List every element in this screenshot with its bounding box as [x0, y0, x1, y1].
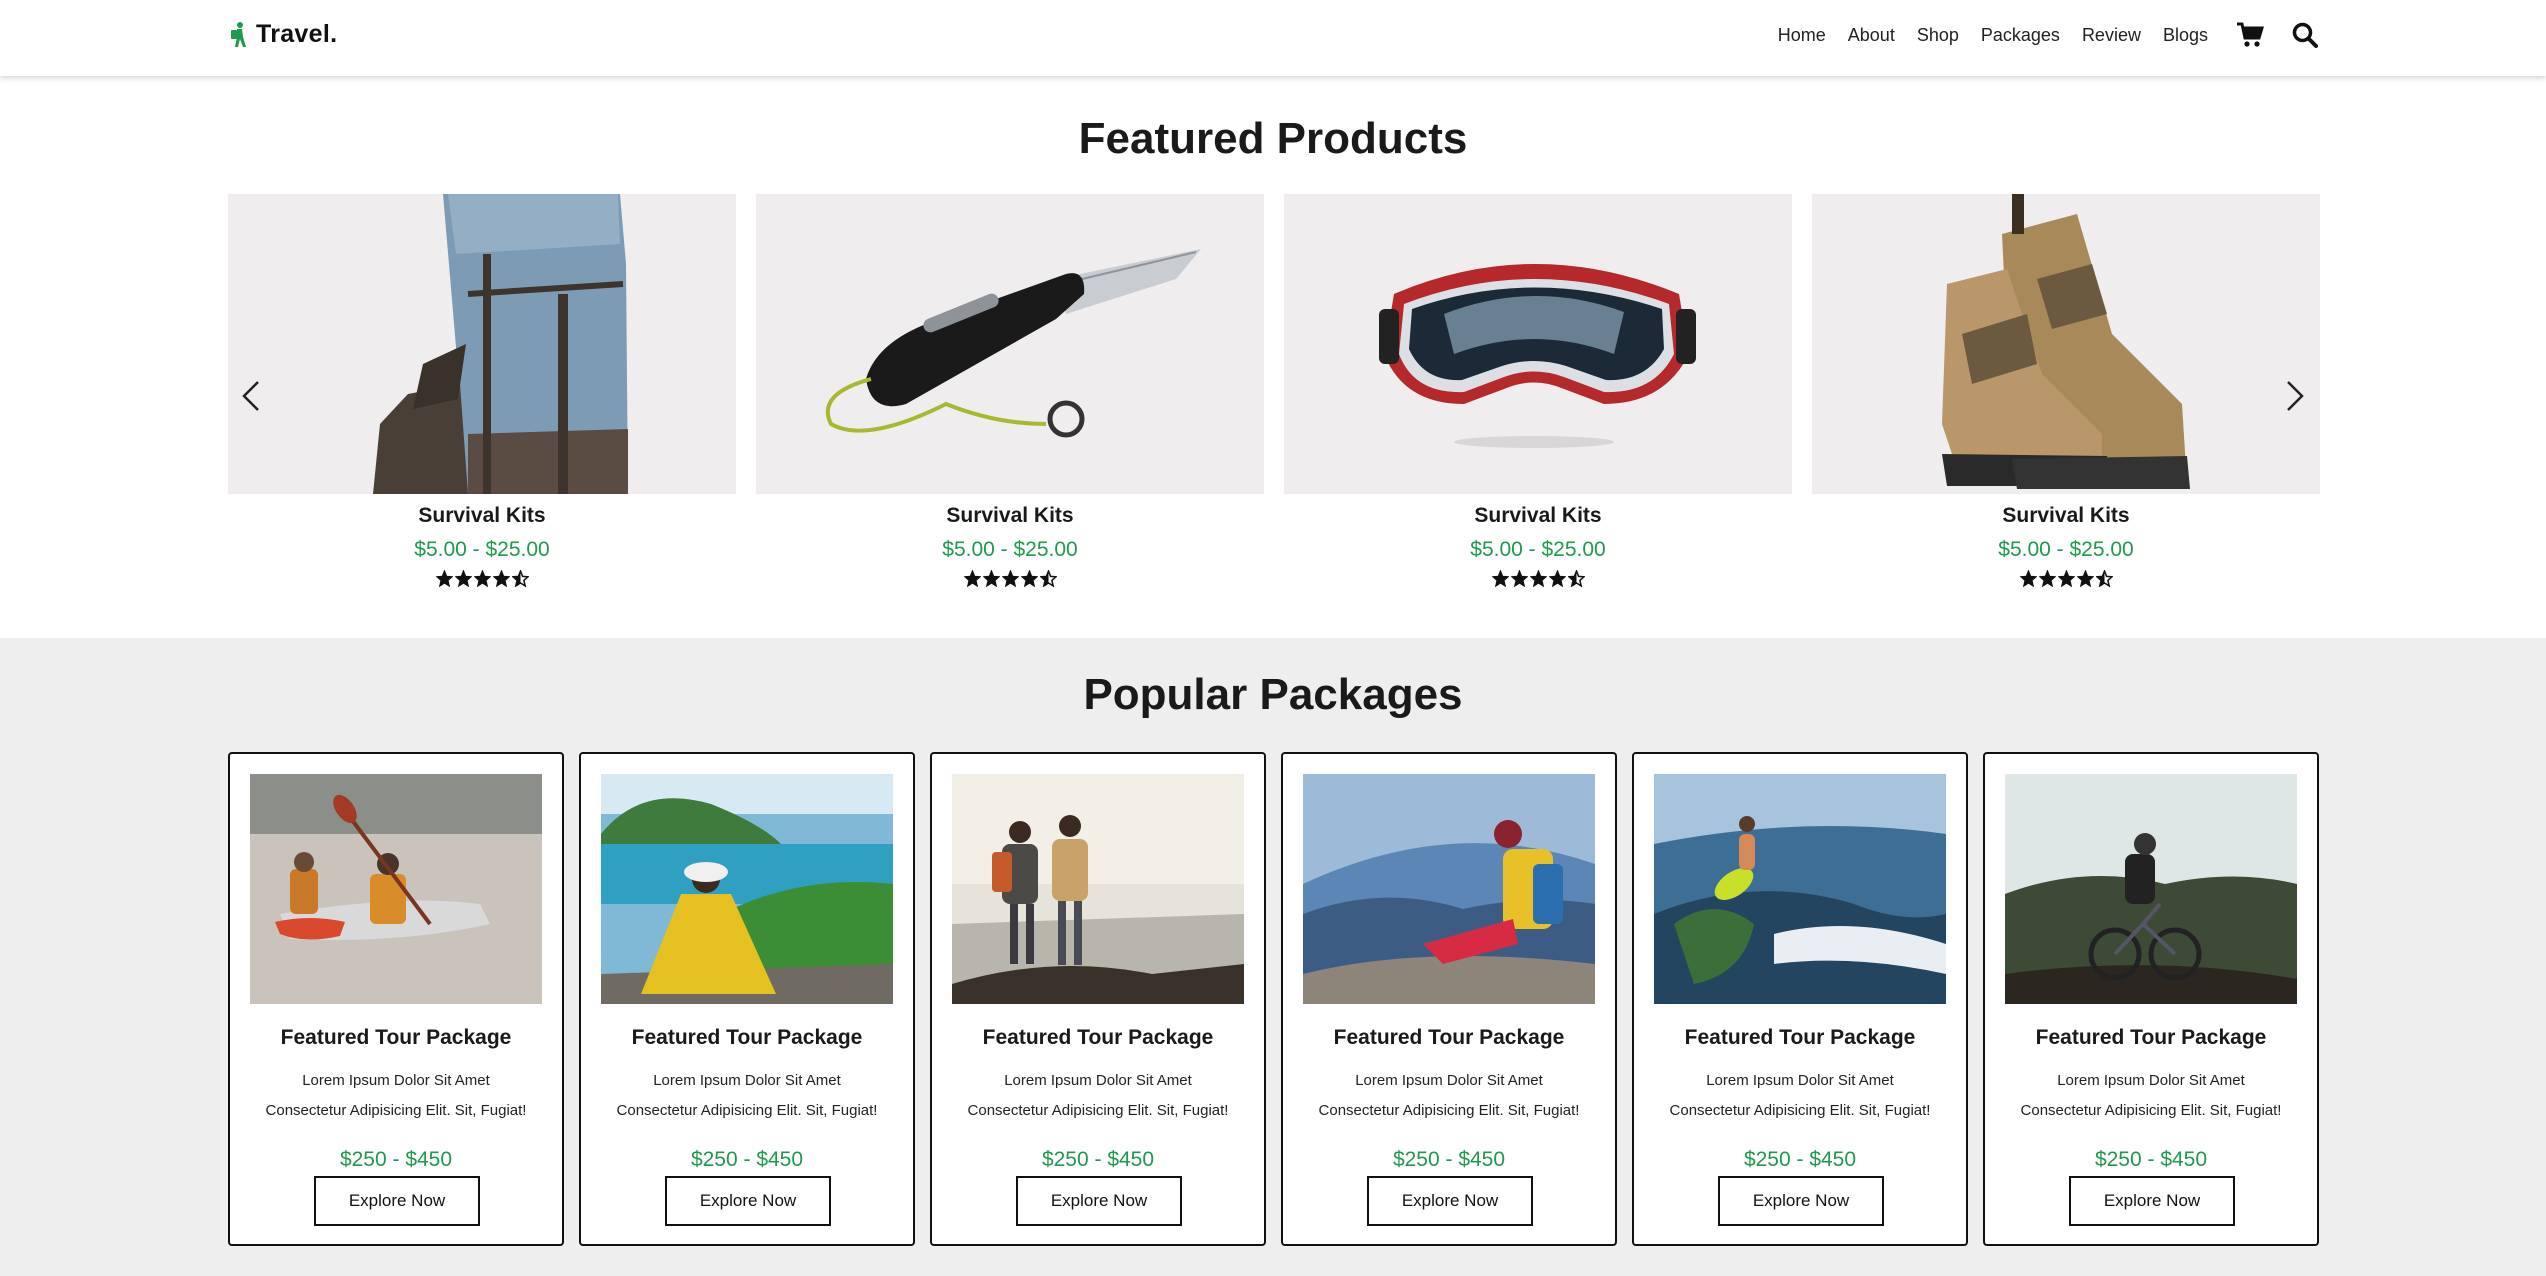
product-image-boots[interactable]: [1812, 194, 2320, 494]
star-full-icon: [1020, 570, 1038, 587]
package-price: $250 - $450: [690, 1148, 804, 1171]
package-title: Featured Tour Package: [631, 1026, 863, 1049]
product-card: Survival Kits $5.00 - $25.00: [228, 504, 736, 587]
product-card: Survival Kits $5.00 - $25.00: [756, 504, 1264, 587]
package-price: $250 - $450: [1041, 1148, 1155, 1171]
package-title: Featured Tour Package: [280, 1026, 512, 1049]
product-image-backpack[interactable]: [228, 194, 736, 494]
product-name[interactable]: Survival Kits: [756, 504, 1264, 532]
product-card: Survival Kits $5.00 - $25.00: [1284, 504, 1792, 587]
popular-packages-section: Popular Packages Featured Tour Package L…: [0, 638, 2546, 1276]
package-description: Lorem Ipsum Dolor Sit Amet Consectetur A…: [1318, 1072, 1580, 1119]
package-price: $250 - $450: [2094, 1148, 2208, 1171]
product-price: $5.00 - $25.00: [414, 538, 550, 561]
explore-now-button[interactable]: Explore Now: [2069, 1176, 2235, 1226]
star-full-icon: [2019, 570, 2037, 587]
star-half-icon: [1567, 570, 1585, 587]
package-title: Featured Tour Package: [982, 1026, 1214, 1049]
star-full-icon: [492, 570, 510, 587]
site-header: Travel. Home About Shop Packages Review …: [0, 0, 2546, 76]
package-image-mountain-sitter[interactable]: [1303, 774, 1595, 1004]
package-title: Featured Tour Package: [2035, 1026, 2267, 1049]
package-description: Lorem Ipsum Dolor Sit Amet Consectetur A…: [616, 1072, 878, 1119]
package-card: Featured Tour Package Lorem Ipsum Dolor …: [1983, 752, 2319, 1246]
package-title: Featured Tour Package: [1684, 1026, 1916, 1049]
hiker-icon: [231, 21, 246, 47]
cart-icon[interactable]: [2236, 22, 2264, 48]
product-image-knife[interactable]: [756, 194, 1264, 494]
explore-now-button[interactable]: Explore Now: [1718, 1176, 1884, 1226]
package-description: Lorem Ipsum Dolor Sit Amet Consectetur A…: [967, 1072, 1229, 1119]
star-full-icon: [1529, 570, 1547, 587]
star-rating: [756, 570, 1264, 587]
nav-packages[interactable]: Packages: [1981, 25, 2060, 46]
star-rating: [1812, 570, 2320, 587]
section-title-featured: Featured Products: [1078, 114, 1468, 163]
main-nav: Home About Shop Packages Review Blogs: [1756, 22, 2318, 48]
explore-now-button[interactable]: Explore Now: [665, 1176, 831, 1226]
product-price: $5.00 - $25.00: [942, 538, 1078, 561]
package-image-surfing[interactable]: [1654, 774, 1946, 1004]
star-full-icon: [963, 570, 981, 587]
star-full-icon: [1548, 570, 1566, 587]
package-description: Lorem Ipsum Dolor Sit Amet Consectetur A…: [2020, 1072, 2282, 1119]
star-full-icon: [435, 570, 453, 587]
search-icon[interactable]: [2292, 22, 2318, 48]
package-image-cyclist[interactable]: [2005, 774, 2297, 1004]
star-full-icon: [1001, 570, 1019, 587]
product-name[interactable]: Survival Kits: [1284, 504, 1792, 532]
chevron-left-icon: [242, 381, 259, 411]
nav-review[interactable]: Review: [2082, 25, 2141, 46]
star-full-icon: [2057, 570, 2075, 587]
section-title-packages: Popular Packages: [1083, 670, 1463, 719]
product-name[interactable]: Survival Kits: [1812, 504, 2320, 532]
product-name[interactable]: Survival Kits: [228, 504, 736, 532]
star-full-icon: [1510, 570, 1528, 587]
package-description: Lorem Ipsum Dolor Sit Amet Consectetur A…: [1669, 1072, 1931, 1119]
star-full-icon: [2076, 570, 2094, 587]
star-full-icon: [982, 570, 1000, 587]
package-card: Featured Tour Package Lorem Ipsum Dolor …: [579, 752, 915, 1246]
chevron-right-icon: [2287, 381, 2304, 411]
logo[interactable]: Travel.: [228, 20, 337, 49]
star-full-icon: [454, 570, 472, 587]
product-price: $5.00 - $25.00: [1998, 538, 2134, 561]
nav-about[interactable]: About: [1848, 25, 1895, 46]
package-image-island[interactable]: [601, 774, 893, 1004]
package-price: $250 - $450: [1743, 1148, 1857, 1171]
star-rating: [228, 570, 736, 587]
package-price: $250 - $450: [339, 1148, 453, 1171]
star-rating: [1284, 570, 1792, 587]
package-card: Featured Tour Package Lorem Ipsum Dolor …: [228, 752, 564, 1246]
nav-blogs[interactable]: Blogs: [2163, 25, 2208, 46]
carousel-prev-arrow[interactable]: [236, 376, 266, 416]
package-description: Lorem Ipsum Dolor Sit Amet Consectetur A…: [265, 1072, 527, 1119]
explore-now-button[interactable]: Explore Now: [1367, 1176, 1533, 1226]
star-full-icon: [2038, 570, 2056, 587]
nav-shop[interactable]: Shop: [1917, 25, 1959, 46]
package-price: $250 - $450: [1392, 1148, 1506, 1171]
product-card: Survival Kits $5.00 - $25.00: [1812, 504, 2320, 587]
package-card: Featured Tour Package Lorem Ipsum Dolor …: [1632, 752, 1968, 1246]
package-card: Featured Tour Package Lorem Ipsum Dolor …: [1281, 752, 1617, 1246]
explore-now-button[interactable]: Explore Now: [314, 1176, 480, 1226]
star-half-icon: [2095, 570, 2113, 587]
star-full-icon: [473, 570, 491, 587]
star-half-icon: [1039, 570, 1057, 587]
package-card: Featured Tour Package Lorem Ipsum Dolor …: [930, 752, 1266, 1246]
product-image-goggles[interactable]: [1284, 194, 1792, 494]
package-image-kayaking[interactable]: [250, 774, 542, 1004]
package-image-hikers[interactable]: [952, 774, 1244, 1004]
featured-products-section: Featured Products Survival Kits $5.00 - …: [0, 76, 2546, 638]
package-title: Featured Tour Package: [1333, 1026, 1565, 1049]
star-full-icon: [1491, 570, 1509, 587]
star-half-icon: [511, 570, 529, 587]
logo-text: Travel.: [256, 20, 338, 48]
nav-home[interactable]: Home: [1778, 25, 1826, 46]
explore-now-button[interactable]: Explore Now: [1016, 1176, 1182, 1226]
carousel-next-arrow[interactable]: [2280, 376, 2310, 416]
product-price: $5.00 - $25.00: [1470, 538, 1606, 561]
